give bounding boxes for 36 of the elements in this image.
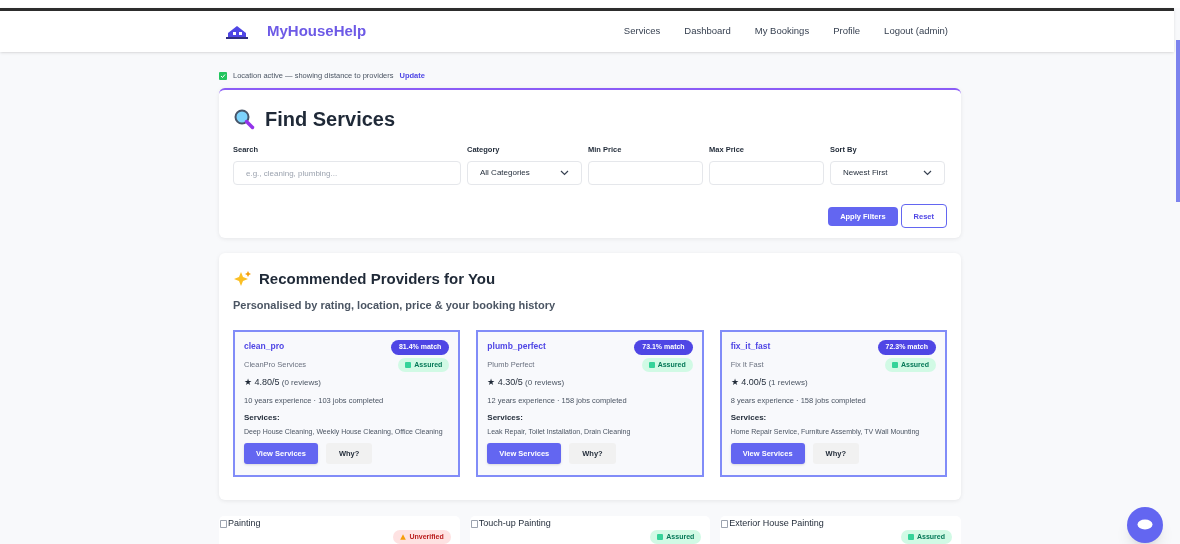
nav-link[interactable]: Dashboard xyxy=(684,24,731,39)
input-field[interactable] xyxy=(588,161,703,186)
chat-bubble-icon xyxy=(1137,519,1153,531)
broken-image-icon xyxy=(470,519,478,528)
provider-username[interactable]: plumb_perfect xyxy=(487,340,546,353)
chevron-down-icon xyxy=(923,170,932,177)
image-alt-text: Touch-up Painting xyxy=(478,517,551,530)
chat-button[interactable] xyxy=(1127,507,1163,543)
provider-username[interactable]: fix_it_fast xyxy=(730,340,771,353)
select-field[interactable]: Newest First xyxy=(830,161,945,186)
broken-image-icon xyxy=(220,519,227,528)
rating-text: ★ 4.00/5 (1 reviews) xyxy=(730,376,809,389)
input-field[interactable]: e.g., cleaning, plumbing... xyxy=(233,161,461,186)
section-subtitle: Personalised by rating, location, price & your booking history xyxy=(233,297,557,313)
brand-name[interactable]: MyHouseHelp xyxy=(267,20,367,43)
rating-text: ★ 4.30/5 (0 reviews) xyxy=(487,376,566,389)
nav-link[interactable]: Profile xyxy=(833,24,861,39)
provider-username[interactable]: clean_pro xyxy=(244,340,307,353)
image-alt-text: Exterior House Painting xyxy=(729,517,824,530)
rating-text: ★ 4.80/5 (0 reviews) xyxy=(244,376,322,389)
nav-link[interactable]: Services xyxy=(623,24,661,39)
select-field[interactable]: All Categories xyxy=(467,161,582,186)
nav-link[interactable]: My Bookings xyxy=(754,24,810,39)
input-field[interactable] xyxy=(709,161,824,186)
broken-image-icon xyxy=(721,519,729,528)
image-alt-text: Painting xyxy=(228,517,261,530)
find-services-title: Find Services xyxy=(265,107,396,132)
magnifier-icon xyxy=(233,108,255,130)
nav-link[interactable]: Logout (admin) xyxy=(884,24,948,39)
services-label: Services: xyxy=(730,411,768,424)
sparkles-icon xyxy=(233,271,251,288)
section-title: Recommended Providers for You xyxy=(259,269,496,289)
chevron-down-icon xyxy=(560,170,569,177)
services-label: Services: xyxy=(487,411,524,424)
house-logo-icon xyxy=(224,23,250,40)
services-label: Services: xyxy=(244,411,281,424)
